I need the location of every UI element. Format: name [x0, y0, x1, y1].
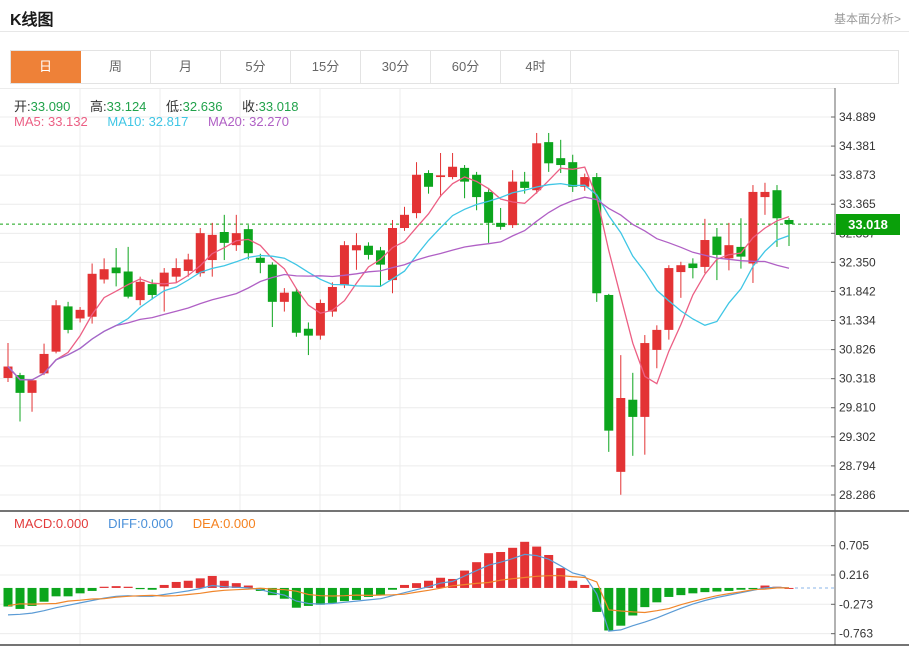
ma10-label: MA10: — [107, 114, 145, 129]
tab-5分[interactable]: 5分 — [221, 51, 291, 83]
diff-value: 0.000 — [141, 516, 174, 531]
tab-15分[interactable]: 15分 — [291, 51, 361, 83]
svg-text:30.826: 30.826 — [839, 343, 876, 357]
fundamental-analysis-link[interactable]: 基本面分析> — [834, 10, 901, 27]
svg-text:32.350: 32.350 — [839, 255, 876, 269]
tab-月[interactable]: 月 — [151, 51, 221, 83]
tab-周[interactable]: 周 — [81, 51, 151, 83]
svg-text:34.381: 34.381 — [839, 139, 876, 153]
dea-value: 0.000 — [223, 516, 256, 531]
ohlc-readout: 开:33.090 高:33.124 低:32.636 收:33.018 — [14, 96, 314, 115]
svg-text:31.842: 31.842 — [839, 284, 876, 298]
open-label: 开: — [14, 99, 31, 114]
svg-text:30.318: 30.318 — [839, 372, 876, 386]
tab-60分[interactable]: 60分 — [431, 51, 501, 83]
header-divider — [0, 31, 909, 32]
ma5-label: MA5: — [14, 114, 44, 129]
high-value: 33.124 — [107, 99, 147, 114]
macd-readout: MACD:0.000 DIFF:0.000 DEA:0.000 — [14, 516, 272, 531]
ma20-label: MA20: — [208, 114, 246, 129]
svg-text:28.794: 28.794 — [839, 459, 876, 473]
svg-text:0.216: 0.216 — [839, 568, 869, 582]
ma20-value: 32.270 — [249, 114, 289, 129]
tab-4时[interactable]: 4时 — [501, 51, 571, 83]
dea-label: DEA: — [193, 516, 223, 531]
page-title: K线图 — [10, 6, 54, 30]
diff-label: DIFF: — [108, 516, 141, 531]
svg-text:29.810: 29.810 — [839, 401, 876, 415]
svg-text:0.705: 0.705 — [839, 539, 869, 553]
current-price-tag: 33.018 — [836, 214, 900, 235]
macd-label: MACD: — [14, 516, 56, 531]
candlestick-chart[interactable]: 34.88934.38133.87333.36532.85732.35031.8… — [0, 88, 909, 647]
svg-text:33.365: 33.365 — [839, 197, 876, 211]
ma5-value: 33.132 — [48, 114, 88, 129]
low-label: 低: — [166, 99, 183, 114]
svg-text:29.302: 29.302 — [839, 430, 876, 444]
tab-30分[interactable]: 30分 — [361, 51, 431, 83]
tab-日[interactable]: 日 — [11, 51, 81, 83]
ma10-value: 32.817 — [149, 114, 189, 129]
close-label: 收: — [242, 99, 259, 114]
high-label: 高: — [90, 99, 107, 114]
svg-text:34.889: 34.889 — [839, 110, 876, 124]
macd-value: 0.000 — [56, 516, 89, 531]
interval-tab-bar: 日周月5分15分30分60分4时 — [10, 50, 899, 84]
svg-text:31.334: 31.334 — [839, 314, 876, 328]
ma-readout: MA5: 33.132 MA10: 32.817 MA20: 32.270 — [14, 114, 305, 129]
svg-text:28.286: 28.286 — [839, 488, 876, 502]
svg-text:33.873: 33.873 — [839, 168, 876, 182]
close-value: 33.018 — [259, 99, 299, 114]
low-value: 32.636 — [183, 99, 223, 114]
open-value: 33.090 — [31, 99, 71, 114]
svg-text:-0.273: -0.273 — [839, 597, 873, 611]
svg-text:-0.763: -0.763 — [839, 627, 873, 641]
